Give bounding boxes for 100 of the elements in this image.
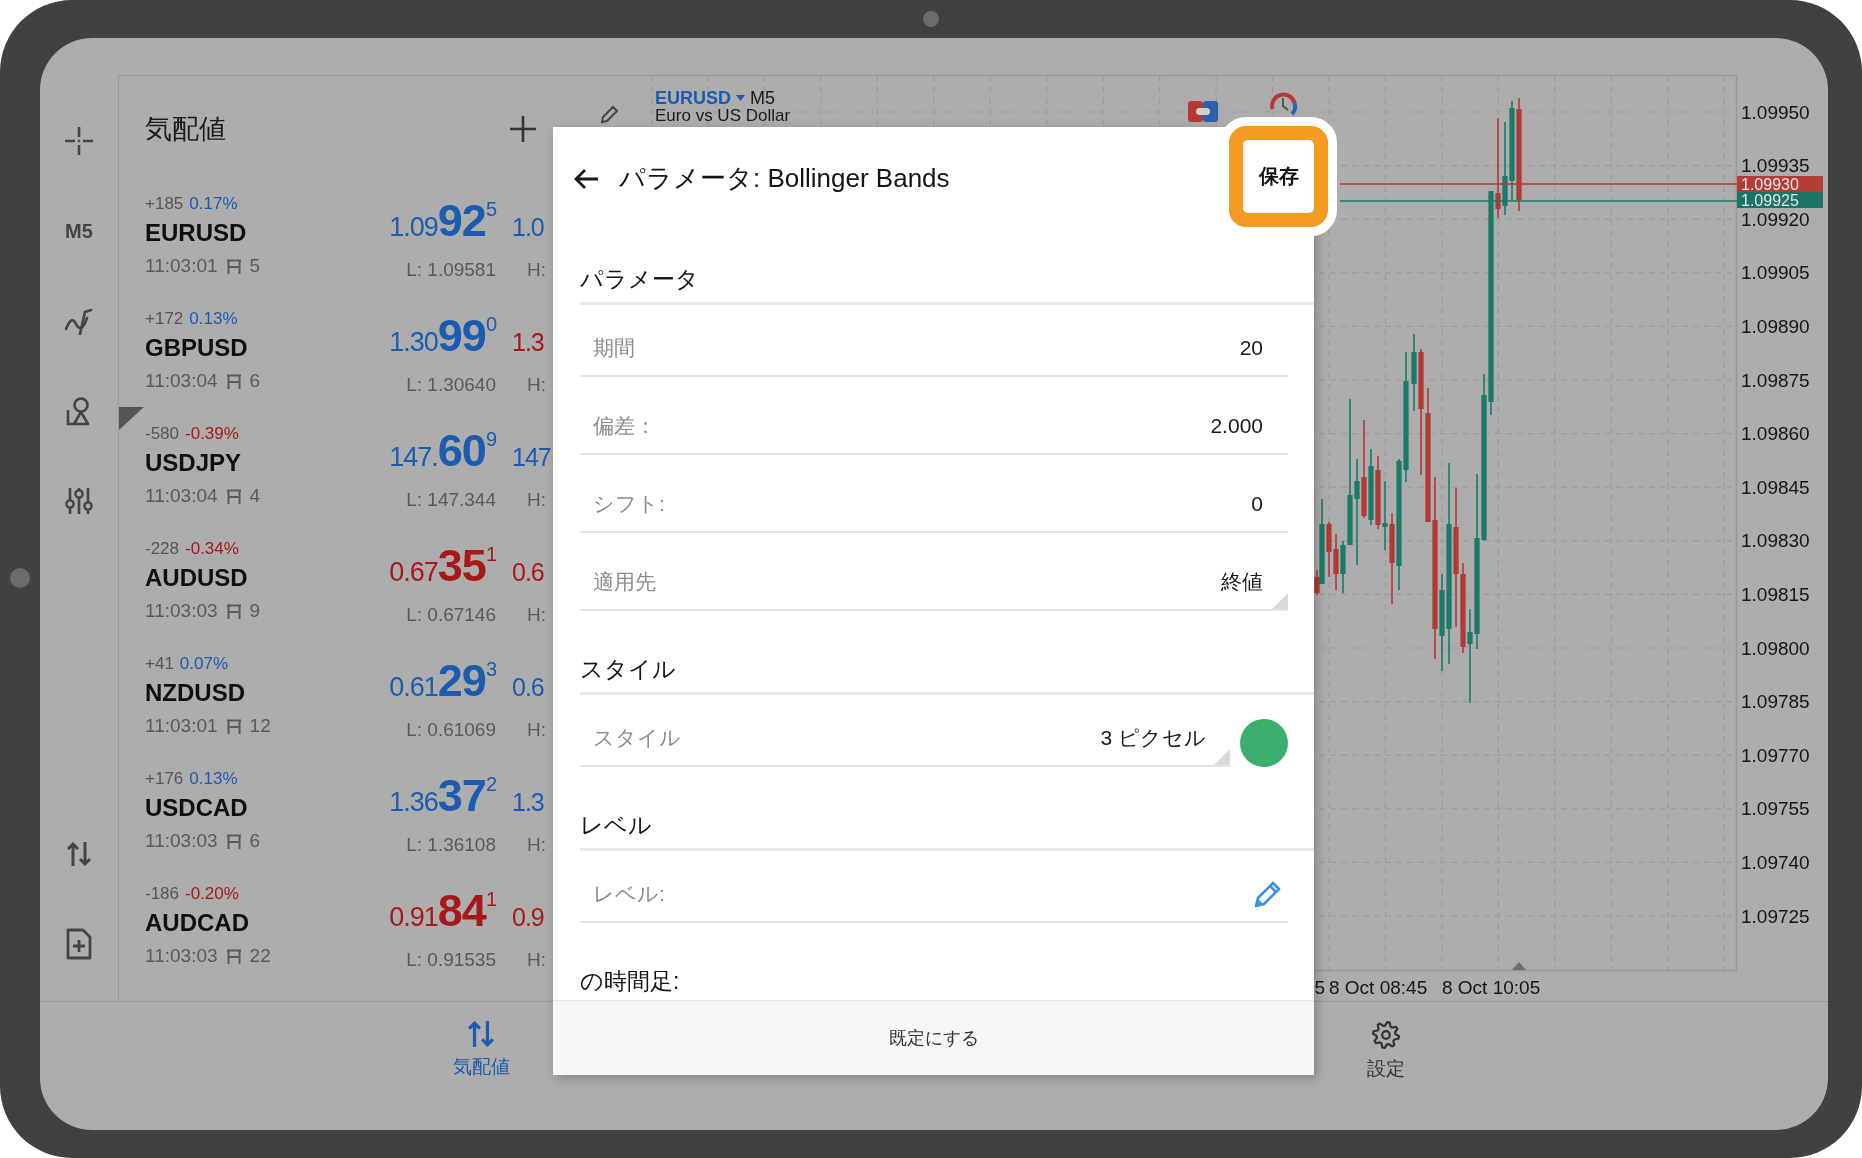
ask-price: 147 <box>512 442 551 473</box>
low-price: L: 0.67146 <box>406 603 496 627</box>
back-arrow-icon[interactable] <box>573 167 599 190</box>
select-field[interactable]: 適用先 終値 <box>580 533 1288 611</box>
price-axis-label: 1.09905 <box>1741 262 1810 284</box>
price-axis-label: 1.09770 <box>1741 744 1810 766</box>
ask-price: 1.3 <box>512 327 544 358</box>
bid-price: 147.60$^{9}$ <box>389 424 496 478</box>
timeframe-button[interactable]: M5 <box>65 219 93 243</box>
camera-lens-icon <box>923 11 939 27</box>
sliders-icon[interactable] <box>65 486 93 516</box>
high-price: H: <box>527 603 546 627</box>
field-value: 3 ピクセル <box>1100 725 1206 751</box>
field-label: 期間 <box>593 335 635 361</box>
symbol-name: USDCAD <box>145 793 249 823</box>
change-percent: -0.34% <box>185 538 239 560</box>
price-axis-label: 1.09785 <box>1741 691 1810 713</box>
spread-value: 9 <box>249 599 261 623</box>
low-price: L: 1.09581 <box>406 258 496 282</box>
sort-arrows-icon <box>467 1020 495 1048</box>
dialog-title: パラメータ: Bollinger Bands <box>619 162 950 195</box>
price-axis-label: 1.09740 <box>1741 851 1810 873</box>
spread-icon <box>225 603 242 619</box>
crosshair-icon[interactable] <box>64 126 94 156</box>
bid-price: 1.0992$^{5}$ <box>389 194 496 248</box>
price-axis-label: 1.09875 <box>1741 369 1810 391</box>
change-percent: -0.39% <box>185 423 239 445</box>
change-percent: 0.17% <box>189 193 238 215</box>
split-tile-icon[interactable] <box>1188 101 1218 122</box>
dropdown-corner-icon <box>1272 593 1288 609</box>
ask-price: 0.9 <box>512 902 544 933</box>
high-price: H: <box>527 948 546 972</box>
triangle-marker-icon[interactable] <box>1512 962 1526 970</box>
pencil-icon[interactable] <box>600 104 620 124</box>
file-add-icon[interactable] <box>65 927 93 961</box>
clock-ring-icon[interactable] <box>1270 92 1298 116</box>
spread-value: 22 <box>249 944 271 968</box>
change-percent: 0.07% <box>179 653 229 675</box>
spread-icon <box>225 833 242 849</box>
change-points: +172 <box>145 308 184 330</box>
symbol-name: AUDUSD <box>145 563 249 593</box>
bid-price: 0.6129$^{3}$ <box>389 654 496 708</box>
number-field[interactable]: 期間 20 <box>580 305 1288 377</box>
spread-value: 5 <box>249 254 261 278</box>
quote-time: 11:03:04 <box>145 484 218 508</box>
bezel-dot-icon <box>10 568 30 588</box>
time-axis-label: 8 Oct 10:05 <box>1442 976 1541 998</box>
price-axis-label: 1.09950 <box>1741 101 1810 123</box>
symbol-description: Euro vs US Dollar <box>655 107 791 125</box>
price-axis-label: 1.09845 <box>1741 476 1810 498</box>
plus-icon[interactable] <box>509 115 537 143</box>
save-button[interactable]: 保存 <box>1243 140 1314 213</box>
symbol-name: NZDUSD <box>145 678 246 708</box>
change-points: -186 <box>145 883 180 905</box>
field-value: 2.000 <box>1210 413 1263 439</box>
color-swatch-icon[interactable] <box>1240 719 1288 767</box>
field-value: 0 <box>1251 491 1263 517</box>
spread-value: 6 <box>249 369 261 393</box>
high-price: H: <box>527 488 546 512</box>
quote-time: 11:03:03 <box>145 944 218 968</box>
change-points: +41 <box>145 653 174 675</box>
quote-time: 11:03:01 <box>145 254 218 278</box>
levels-field[interactable]: レベル: <box>580 851 1288 923</box>
price-axis-label: 1.09830 <box>1741 530 1810 552</box>
nav-tab[interactable]: 設定 <box>1326 1002 1446 1082</box>
caret-icon[interactable] <box>736 95 745 101</box>
price-axis-label: 1.09935 <box>1741 155 1810 177</box>
spread-icon <box>225 718 242 734</box>
panel-title: 気配値 <box>145 113 226 146</box>
high-price: H: <box>527 373 546 397</box>
indicator-icon[interactable] <box>64 307 94 335</box>
spread-icon <box>225 373 242 389</box>
field-label: 適用先 <box>593 569 656 595</box>
low-price: L: 1.30640 <box>406 373 496 397</box>
number-field[interactable]: シフト: 0 <box>580 455 1288 533</box>
spread-icon <box>225 948 242 964</box>
set-default-button[interactable]: 既定にする <box>553 1000 1314 1075</box>
edit-icon[interactable] <box>1253 879 1283 909</box>
sort-arrows-icon[interactable] <box>66 841 92 867</box>
change-points: -580 <box>145 423 180 445</box>
select-field[interactable]: スタイル 3 ピクセル <box>580 695 1230 767</box>
spread-value: 12 <box>249 714 271 738</box>
number-field[interactable]: 偏差： 2.000 <box>580 377 1288 455</box>
time-axis-label: 5 <box>1314 976 1325 998</box>
bid-price-tag: 1.09930 <box>1737 176 1823 193</box>
field-label: 偏差： <box>593 413 656 439</box>
ask-price-tag: 1.09925 <box>1737 192 1823 209</box>
low-price: L: 1.36108 <box>406 833 496 857</box>
price-axis-label: 1.09890 <box>1741 315 1810 337</box>
bid-price: 0.6735$^{1}$ <box>389 539 496 593</box>
field-label: スタイル <box>593 725 681 751</box>
gear-icon <box>1371 1020 1401 1050</box>
price-axis-label: 1.09860 <box>1741 423 1810 445</box>
ask-price: 1.3 <box>512 787 544 818</box>
price-axis-label: 1.09755 <box>1741 798 1810 820</box>
high-price: H: <box>527 833 546 857</box>
spread-icon <box>225 488 242 504</box>
timeframe-label: M5 <box>750 89 776 107</box>
time-axis-label: 8 Oct 08:45 <box>1329 976 1428 998</box>
ask-price: 0.6 <box>512 672 544 703</box>
